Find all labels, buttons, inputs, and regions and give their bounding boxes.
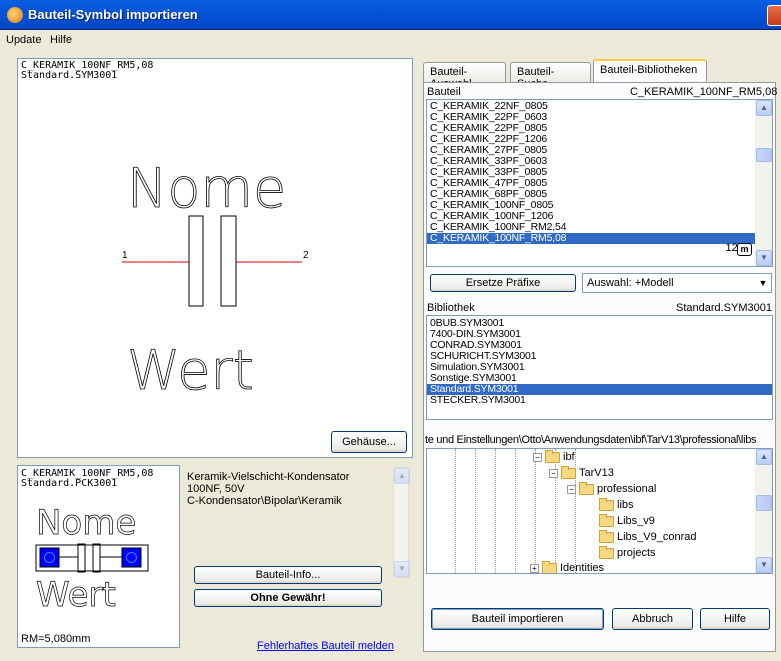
app-icon bbox=[7, 7, 23, 23]
name-text: Nome bbox=[127, 157, 286, 220]
bibliothek-list-item[interactable]: STECKER.SYM3001 bbox=[427, 395, 772, 406]
tree-scrollbar[interactable]: ▲ ▼ bbox=[755, 449, 772, 573]
auswahl-combo-value: Auswahl: +Modell bbox=[587, 277, 674, 289]
symbol-preview: C_KERAMIK_100NF_RM5,08 Standard.SYM3001 … bbox=[17, 58, 413, 458]
tree-node-ibf[interactable]: − ibf bbox=[533, 449, 575, 463]
tab-bauteil-suche[interactable]: Bauteil-Suche bbox=[510, 62, 591, 90]
folder-tree[interactable]: − ibf − TarV13 − professional libs Libs_v9 … bbox=[426, 448, 773, 574]
bauteil-header: Bauteil bbox=[427, 86, 461, 98]
menu-update[interactable]: Update bbox=[6, 34, 41, 46]
collapse-icon[interactable]: − bbox=[567, 484, 576, 494]
description-line2: C-Kondensator\Bipolar\Keramik bbox=[187, 495, 342, 507]
bibliothek-header: Bibliothek bbox=[427, 302, 475, 314]
scroll-down-icon[interactable]: ▼ bbox=[756, 557, 772, 573]
package-preview: C_KERAMIK_100NF_RM5,08 Standard.PCK3001 … bbox=[17, 465, 180, 648]
grid-spacing: RM=5,080mm bbox=[21, 633, 91, 645]
scroll-up-icon[interactable]: ▲ bbox=[756, 100, 772, 116]
collapse-icon[interactable]: − bbox=[549, 468, 558, 478]
tree-node-tarv13[interactable]: − TarV13 bbox=[549, 465, 614, 479]
bibliothek-selected-name: Standard.SYM3001 bbox=[675, 302, 772, 314]
package-drawing: Nome Wert bbox=[35, 503, 149, 615]
tree-node-projects[interactable]: projects bbox=[599, 545, 656, 559]
count-badge-icon: m bbox=[737, 243, 752, 256]
expand-icon[interactable]: + bbox=[530, 563, 539, 573]
bauteil-scrollbar[interactable]: ▲ ▼ bbox=[755, 100, 772, 266]
scroll-thumb[interactable] bbox=[756, 148, 772, 162]
close-button[interactable] bbox=[767, 5, 781, 26]
tab-bauteil-auswahl[interactable]: Bauteil-Auswahl bbox=[423, 62, 506, 90]
scroll-down-icon[interactable]: ▼ bbox=[756, 250, 772, 266]
menu-hilfe[interactable]: Hilfe bbox=[50, 34, 72, 46]
folder-open-icon bbox=[561, 465, 576, 479]
folder-icon bbox=[599, 545, 614, 559]
value-text: Wert bbox=[127, 339, 254, 402]
chevron-down-icon[interactable]: ▼ bbox=[755, 274, 771, 292]
tree-node-libs-v9[interactable]: Libs_v9 bbox=[599, 513, 655, 527]
menu-bar: Update Hilfe bbox=[0, 31, 781, 49]
capacitor-symbol-drawing: 1 2 Nome Wert bbox=[122, 157, 309, 402]
window-title: Bauteil-Symbol importieren bbox=[28, 7, 198, 22]
package-name-text: Nome bbox=[36, 503, 136, 543]
tab-bauteil-bibliotheken[interactable]: Bauteil-Bibliotheken bbox=[593, 59, 707, 83]
tree-node-professional[interactable]: − professional bbox=[567, 481, 656, 495]
scroll-down-icon[interactable]: ▼ bbox=[394, 561, 410, 577]
report-faulty-link[interactable]: Fehlerhaftes Bauteil melden bbox=[257, 640, 394, 652]
folder-open-icon bbox=[579, 481, 594, 495]
package-value-text: Wert bbox=[36, 575, 116, 615]
collapse-icon[interactable]: − bbox=[533, 452, 542, 462]
description-line1: Keramik-Vielschicht-Kondensator 100NF, 5… bbox=[187, 471, 350, 495]
help-button[interactable]: Hilfe bbox=[700, 608, 770, 630]
path-label: te und Einstellungen\Otto\Anwendungsdate… bbox=[425, 434, 757, 446]
tree-node-identities[interactable]: + Identities bbox=[530, 560, 604, 573]
folder-icon bbox=[599, 513, 614, 527]
tree-node-libs-v9-conrad[interactable]: Libs_V9_conrad bbox=[599, 529, 697, 543]
folder-icon bbox=[599, 497, 614, 511]
pin1-label: 1 bbox=[122, 250, 128, 261]
ohne-gewaehr-button[interactable]: Ohne Gewähr! bbox=[194, 589, 382, 607]
bauteil-info-button[interactable]: Bauteil-Info... bbox=[194, 566, 382, 584]
pin2-label: 2 bbox=[303, 250, 309, 261]
folder-icon bbox=[542, 560, 557, 573]
folder-open-icon bbox=[545, 449, 560, 463]
ersetze-praefixe-button[interactable]: Ersetze Präfixe bbox=[430, 274, 576, 292]
import-button[interactable]: Bauteil importieren bbox=[431, 608, 604, 630]
description: Keramik-Vielschicht-Kondensator 100NF, 5… bbox=[187, 471, 382, 507]
bauteil-selected-name: C_KERAMIK_100NF_RM5,08 bbox=[630, 86, 778, 98]
scroll-thumb[interactable] bbox=[756, 495, 772, 511]
scroll-up-icon[interactable]: ▲ bbox=[756, 449, 772, 465]
folder-icon bbox=[599, 529, 614, 543]
gehaeuse-button[interactable]: Gehäuse... bbox=[331, 431, 407, 453]
bauteil-list[interactable]: C_KERAMIK_22NF_0805 C_KERAMIK_22PF_0603 C_… bbox=[426, 99, 773, 267]
description-scrollbar[interactable]: ▲ ▼ bbox=[393, 467, 410, 578]
auswahl-combo[interactable]: Auswahl: +Modell ▼ bbox=[582, 273, 772, 293]
title-bar: Bauteil-Symbol importieren bbox=[0, 0, 781, 30]
tree-node-libs[interactable]: libs bbox=[599, 497, 634, 511]
bibliothek-list[interactable]: 0BUB.SYM3001 7400-DIN.SYM3001 CONRAD.SYM30… bbox=[426, 315, 773, 420]
cancel-button[interactable]: Abbruch bbox=[612, 608, 693, 630]
bauteil-list-item[interactable]: C_KERAMIK_100NF_RM5,08 bbox=[427, 233, 772, 244]
scroll-up-icon[interactable]: ▲ bbox=[394, 468, 410, 484]
